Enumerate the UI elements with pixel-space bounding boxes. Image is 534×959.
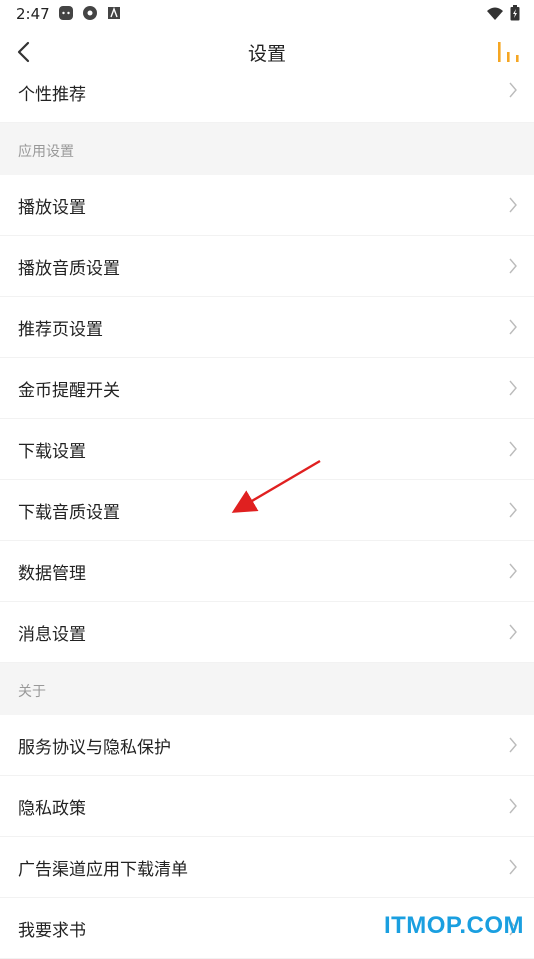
settings-item-personalized-recommend[interactable]: 个性推荐 bbox=[0, 76, 534, 123]
font-icon bbox=[106, 5, 122, 21]
settings-item-label: 数据管理 bbox=[18, 563, 86, 584]
chevron-right-icon bbox=[509, 258, 517, 274]
settings-item-label: 广告渠道应用下载清单 bbox=[18, 859, 188, 880]
status-system-icons bbox=[486, 5, 520, 25]
settings-item-playback-quality[interactable]: 播放音质设置 bbox=[0, 236, 534, 297]
settings-item-label: 个性推荐 bbox=[18, 85, 86, 105]
page-title: 设置 bbox=[247, 43, 286, 65]
chevron-right-icon bbox=[509, 319, 517, 335]
settings-sync-icon bbox=[82, 5, 98, 21]
section-header-label: 关于 bbox=[18, 684, 46, 700]
android-icon bbox=[58, 5, 74, 21]
app-bar: 设置 bbox=[0, 28, 534, 77]
status-time: 2:47 bbox=[16, 5, 50, 23]
settings-item-privacy-policy[interactable]: 隐私政策 bbox=[0, 776, 534, 837]
section-header-label: 应用设置 bbox=[18, 144, 74, 160]
chevron-right-icon bbox=[509, 197, 517, 213]
equalizer-icon bbox=[498, 42, 519, 62]
settings-item-label: 推荐页设置 bbox=[18, 319, 103, 340]
section-header-about: 关于 bbox=[0, 663, 534, 715]
settings-item-label: 服务协议与隐私保护 bbox=[18, 737, 171, 758]
settings-item-coin-reminder[interactable]: 金币提醒开关 bbox=[0, 358, 534, 419]
settings-item-label: 播放设置 bbox=[18, 197, 86, 218]
section-header-app-settings: 应用设置 bbox=[0, 123, 534, 175]
chevron-right-icon bbox=[509, 502, 517, 518]
equalizer-button[interactable] bbox=[496, 40, 522, 64]
chevron-right-icon bbox=[509, 441, 517, 457]
settings-item-label: 金币提醒开关 bbox=[18, 380, 120, 401]
settings-item-service-agreement[interactable]: 服务协议与隐私保护 bbox=[0, 715, 534, 776]
chevron-right-icon bbox=[509, 563, 517, 579]
settings-item-download-quality[interactable]: 下载音质设置 bbox=[0, 480, 534, 541]
settings-item-label: 隐私政策 bbox=[18, 798, 86, 819]
settings-item-label: 消息设置 bbox=[18, 624, 86, 645]
settings-item-download[interactable]: 下载设置 bbox=[0, 419, 534, 480]
status-notification-icons bbox=[58, 5, 122, 21]
settings-item-messages[interactable]: 消息设置 bbox=[0, 602, 534, 663]
chevron-right-icon bbox=[509, 737, 517, 753]
chevron-right-icon bbox=[509, 859, 517, 875]
settings-item-ad-channel-list[interactable]: 广告渠道应用下载清单 bbox=[0, 837, 534, 898]
battery-icon bbox=[510, 5, 520, 25]
settings-item-recommend-page[interactable]: 推荐页设置 bbox=[0, 297, 534, 358]
status-bar: 2:47 bbox=[0, 0, 534, 28]
chevron-right-icon bbox=[509, 380, 517, 396]
chevron-right-icon bbox=[509, 798, 517, 814]
settings-list: 个性推荐 应用设置 播放设置 播放音质设置 推荐页设置 金币提醒开关 下载设置 … bbox=[0, 76, 534, 959]
chevron-right-icon bbox=[509, 82, 517, 98]
watermark: ITMOP.COM bbox=[383, 912, 524, 939]
settings-item-data-management[interactable]: 数据管理 bbox=[0, 541, 534, 602]
wifi-icon bbox=[486, 6, 504, 25]
settings-item-label: 下载音质设置 bbox=[18, 502, 120, 523]
chevron-right-icon bbox=[509, 624, 517, 640]
settings-item-label: 我要求书 bbox=[18, 920, 86, 941]
settings-item-label: 下载设置 bbox=[18, 441, 86, 462]
settings-item-label: 播放音质设置 bbox=[18, 258, 120, 279]
settings-item-playback[interactable]: 播放设置 bbox=[0, 175, 534, 236]
